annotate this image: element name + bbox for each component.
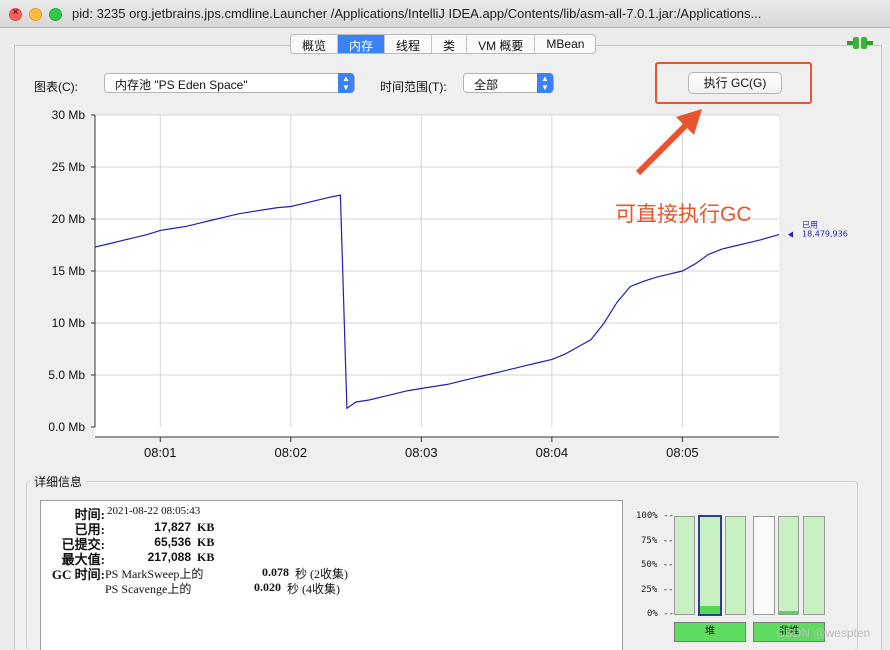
x-tick-label: 08:01: [144, 445, 177, 460]
gc-row-value: 0.020: [254, 580, 281, 594]
committed-value: 65,536: [154, 535, 191, 549]
time-value: 2021-08-22 08:05:43: [107, 505, 201, 517]
x-tick-label: 08:03: [405, 445, 438, 460]
committed-unit: KB: [197, 535, 215, 549]
pool-bar[interactable]: [753, 516, 775, 615]
annotation-text: 可直接执行GC: [615, 203, 752, 226]
pct-tick: 100% --: [636, 511, 674, 521]
series-last-value-label: 18,479,936: [802, 230, 848, 239]
max-value: 217,088: [147, 550, 191, 564]
pct-tick: 25% --: [641, 585, 674, 595]
pool-bar[interactable]: [778, 516, 799, 615]
y-tick-label: 30 Mb: [52, 108, 86, 122]
pool-bar[interactable]: [674, 516, 695, 615]
annotation-arrow-icon: [635, 109, 702, 176]
details-legend: 详细信息: [30, 473, 87, 490]
x-tick-label: 08:02: [275, 445, 308, 460]
series-name-label: 已用: [802, 221, 818, 230]
pool-bar[interactable]: [725, 516, 746, 615]
gc-row-name: PS Scavenge上的: [105, 582, 192, 596]
used-unit: KB: [197, 520, 215, 534]
used-value: 17,827: [154, 520, 191, 534]
pct-tick: 75% --: [641, 536, 674, 546]
pct-tick: 50% --: [641, 560, 674, 570]
series-end-marker: [788, 231, 793, 238]
x-tick-label: 08:04: [536, 445, 569, 460]
y-tick-label: 25 Mb: [52, 160, 86, 174]
pool-bar[interactable]: [803, 516, 825, 615]
gc-row-unit: 秒 (4收集): [287, 582, 340, 596]
y-tick-label: 10 Mb: [52, 316, 86, 330]
y-tick-label: 15 Mb: [52, 264, 86, 278]
pool-bar-selected[interactable]: [698, 515, 722, 616]
y-tick-label: 5.0 Mb: [48, 368, 85, 382]
max-unit: KB: [197, 550, 215, 564]
y-tick-label: 20 Mb: [52, 212, 86, 226]
watermark: CSDN @wespten: [776, 626, 871, 640]
x-tick-label: 08:05: [666, 445, 699, 460]
memory-chart: 30 Mb 25 Mb 20 Mb 15 Mb 10 Mb 5.0 Mb 0.0 Mb 08:…: [48, 108, 848, 460]
y-tick-label: 0.0 Mb: [48, 420, 85, 434]
gc-row-value: 0.078: [262, 565, 289, 579]
heap-label: 堆: [674, 622, 746, 642]
details-panel: 时间: 2021-08-22 08:05:43 已用: 17,827 KB 已提…: [40, 500, 623, 650]
gc-time-key: GC 时间:: [51, 567, 105, 582]
pct-tick: 0% --: [647, 609, 675, 619]
